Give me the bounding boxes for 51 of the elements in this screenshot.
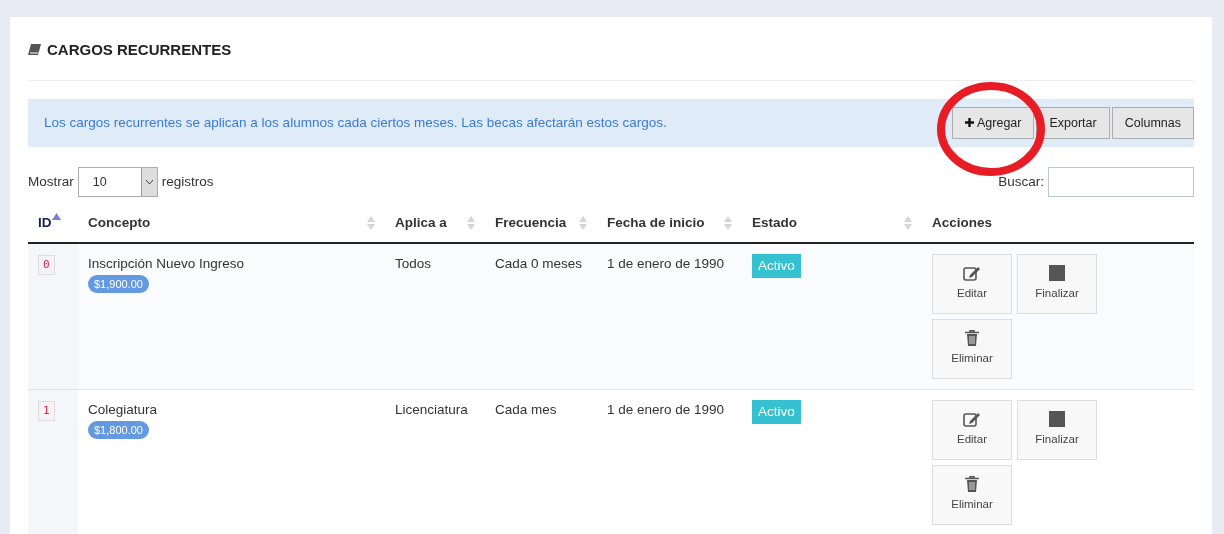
amount-badge: $1,800.00: [88, 420, 149, 440]
status-badge: Activo: [752, 399, 801, 424]
id-code: 0: [38, 254, 55, 275]
columns-button[interactable]: Columnas: [1111, 106, 1194, 140]
edit-icon: [963, 410, 981, 427]
column-header[interactable]: Estado: [742, 205, 922, 243]
sort-icon[interactable]: [724, 216, 732, 231]
trash-icon: [965, 475, 979, 492]
column-header[interactable]: Aplica a: [385, 205, 485, 243]
trash-icon: [965, 329, 979, 346]
applies-text: Licenciatura: [395, 401, 468, 417]
column-header[interactable]: ID: [28, 205, 78, 243]
edit-button[interactable]: Editar: [932, 253, 1012, 314]
add-button[interactable]: Agregar: [952, 106, 1035, 140]
records-label: registros: [161, 173, 214, 192]
status-badge: Activo: [752, 253, 801, 278]
info-text: Los cargos recurrentes se aplican a los alumnos cada ciertos meses. Las becas afectarán estos cargos.: [44, 113, 667, 132]
column-header[interactable]: Frecuencia: [485, 205, 597, 243]
stop-icon: [1049, 410, 1065, 427]
sort-ascending-icon[interactable]: [51, 213, 61, 222]
start-date-text: 1 de enero de 1990: [607, 255, 725, 271]
id-code: 1: [38, 400, 55, 421]
delete-button[interactable]: Eliminar: [932, 464, 1012, 525]
plus-icon: [965, 118, 974, 128]
book-icon: [28, 44, 41, 57]
search-label: Buscar:: [998, 173, 1044, 192]
column-header: Acciones: [922, 205, 1194, 243]
concept-text: Colegiatura: [88, 400, 159, 419]
search-field[interactable]: [1048, 167, 1194, 198]
page-title: CARGOS RECURRENTES: [47, 40, 232, 60]
finish-button[interactable]: Finalizar: [1017, 253, 1097, 314]
sort-icon[interactable]: [467, 216, 475, 231]
column-header[interactable]: Concepto: [78, 205, 385, 243]
start-date-text: 1 de enero de 1990: [607, 401, 725, 417]
finish-button[interactable]: Finalizar: [1017, 399, 1097, 460]
frequency-text: Cada mes: [495, 401, 557, 417]
stop-icon: [1049, 264, 1065, 281]
frequency-text: Cada 0 meses: [495, 255, 583, 271]
edit-icon: [963, 264, 981, 281]
concept-text: Inscripción Nuevo Ingreso: [88, 254, 246, 273]
applies-text: Todos: [395, 255, 432, 271]
column-header[interactable]: Fecha de inicio: [597, 205, 742, 243]
sort-icon[interactable]: [367, 216, 375, 231]
show-label: Mostrar: [28, 173, 74, 192]
delete-button[interactable]: Eliminar: [932, 318, 1012, 379]
edit-button[interactable]: Editar: [932, 399, 1012, 460]
chevron-down-icon: [144, 179, 154, 186]
sort-icon[interactable]: [579, 216, 587, 231]
sort-icon[interactable]: [904, 216, 912, 231]
page-size-select[interactable]: 10: [77, 167, 158, 198]
amount-badge: $1,900.00: [88, 274, 149, 294]
